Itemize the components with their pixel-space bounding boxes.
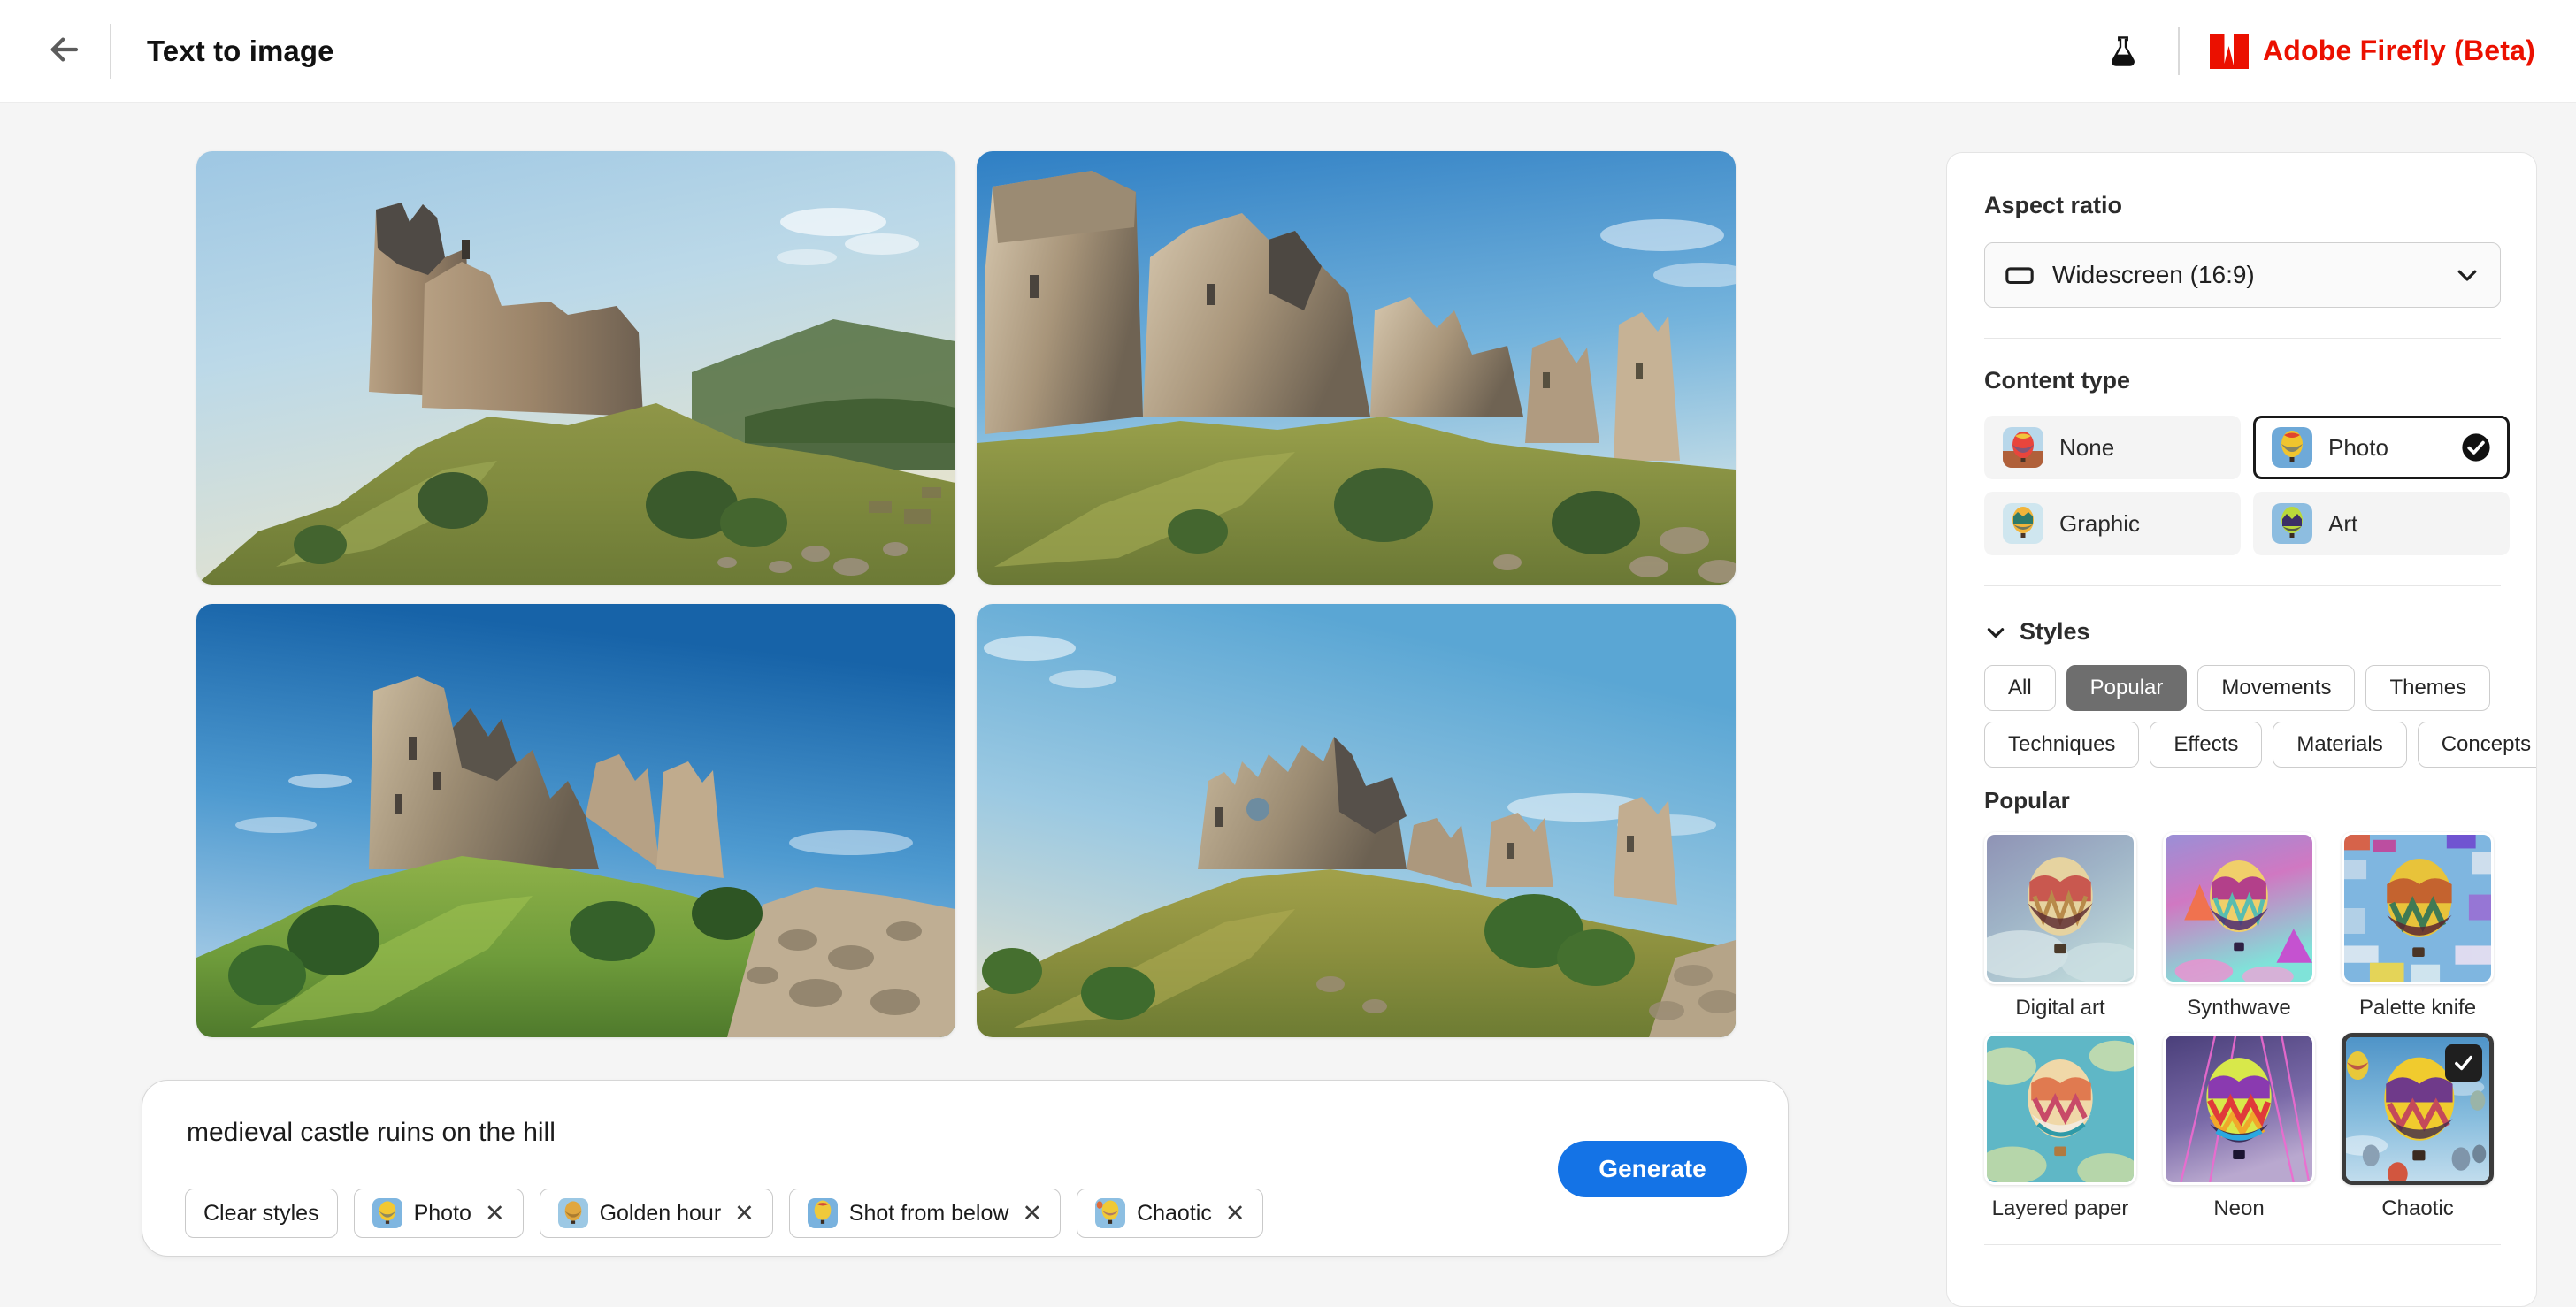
header-divider: [110, 24, 111, 79]
content-type-label-none: None: [2059, 434, 2114, 462]
chevron-down-icon: [1984, 621, 2007, 644]
style-filter-group: All Popular Movements Themes Techniques …: [1984, 665, 2499, 768]
prompt-input[interactable]: medieval castle ruins on the hill: [187, 1118, 556, 1148]
style-filter-effects[interactable]: Effects: [2150, 722, 2262, 768]
aspect-ratio-label: Aspect ratio: [1984, 192, 2499, 219]
widescreen-icon: [2005, 260, 2035, 290]
aspect-ratio-value: Widescreen (16:9): [2052, 261, 2255, 289]
clear-styles-label: Clear styles: [203, 1201, 319, 1227]
balloon-thumbnail-icon: [2003, 503, 2043, 544]
main-canvas: medieval castle ruins on the hill Clear …: [0, 103, 2576, 1307]
popular-group-label: Popular: [1984, 787, 2499, 814]
balloon-thumbnail-icon: [1095, 1198, 1125, 1228]
style-option-digital-art[interactable]: Digital art: [1984, 832, 2136, 1020]
content-type-grid: None Photo: [1984, 416, 2499, 555]
style-chip-golden-hour[interactable]: Golden hour ✕: [540, 1189, 773, 1238]
style-name: Layered paper: [1984, 1196, 2136, 1221]
header-divider-2: [2178, 27, 2180, 75]
generated-image-1[interactable]: [196, 151, 955, 585]
header-right-group: Adobe Firefly (Beta): [2098, 27, 2535, 76]
content-type-label-graphic: Graphic: [2059, 510, 2140, 538]
chip-label: Chaotic: [1137, 1201, 1212, 1227]
content-type-label: Content type: [1984, 367, 2499, 394]
balloon-thumbnail-icon: [372, 1198, 402, 1228]
style-thumbnail: [2163, 832, 2315, 984]
content-type-label-photo: Photo: [2328, 434, 2388, 462]
generated-image-grid: [196, 151, 1736, 1036]
balloon-thumbnail-icon: [558, 1198, 588, 1228]
style-thumbnail: [2342, 832, 2494, 984]
balloon-thumbnail-icon: [2003, 427, 2043, 468]
flask-icon[interactable]: [2098, 27, 2148, 76]
chip-label: Photo: [414, 1201, 472, 1227]
aspect-ratio-select[interactable]: Widescreen (16:9): [1984, 242, 2501, 308]
panel-divider-2: [1984, 585, 2501, 586]
style-name: Chaotic: [2342, 1196, 2494, 1221]
content-type-option-none[interactable]: None: [1984, 416, 2241, 479]
adobe-logo-icon: [2210, 34, 2249, 69]
style-filter-row-2: Techniques Effects Materials Concepts: [1984, 722, 2499, 768]
content-type-option-photo[interactable]: Photo: [2253, 416, 2510, 479]
close-icon[interactable]: ✕: [1022, 1202, 1042, 1226]
style-thumbnail-grid: Digital art: [1984, 832, 2499, 1221]
generated-image-2[interactable]: [977, 151, 1736, 585]
style-option-neon[interactable]: Neon: [2163, 1033, 2315, 1221]
check-circle-icon: [2461, 432, 2491, 462]
close-icon[interactable]: ✕: [485, 1202, 505, 1226]
style-filter-all[interactable]: All: [1984, 665, 2056, 711]
prompt-chip-row: Clear styles Photo ✕: [185, 1189, 1263, 1238]
close-icon[interactable]: ✕: [1225, 1202, 1246, 1226]
prompt-bar: medieval castle ruins on the hill Clear …: [142, 1080, 1789, 1257]
style-option-layered-paper[interactable]: Layered paper: [1984, 1033, 2136, 1221]
generated-image-3[interactable]: [196, 604, 955, 1037]
style-option-palette-knife[interactable]: Palette knife: [2342, 832, 2494, 1020]
chip-label: Golden hour: [600, 1201, 722, 1227]
balloon-thumbnail-icon: [2272, 503, 2312, 544]
style-thumbnail: [1984, 1033, 2136, 1185]
style-thumbnail: [2163, 1033, 2315, 1185]
style-filter-techniques[interactable]: Techniques: [1984, 722, 2139, 768]
generate-button[interactable]: Generate: [1558, 1141, 1747, 1197]
content-type-option-graphic[interactable]: Graphic: [1984, 492, 2241, 555]
style-chip-shot-from-below[interactable]: Shot from below ✕: [789, 1189, 1061, 1238]
style-name: Synthwave: [2163, 996, 2315, 1020]
balloon-thumbnail-icon: [808, 1198, 838, 1228]
style-filter-materials[interactable]: Materials: [2273, 722, 2406, 768]
style-thumbnail: [1984, 832, 2136, 984]
generated-image-4[interactable]: [977, 604, 1736, 1037]
style-name: Neon: [2163, 1196, 2315, 1221]
style-filter-popular[interactable]: Popular: [2066, 665, 2188, 711]
content-type-option-art[interactable]: Art: [2253, 492, 2510, 555]
close-icon[interactable]: ✕: [734, 1202, 755, 1226]
style-name: Palette knife: [2342, 996, 2494, 1020]
balloon-thumbnail-icon: [2272, 427, 2312, 468]
style-chip-photo[interactable]: Photo ✕: [354, 1189, 524, 1238]
style-filter-themes[interactable]: Themes: [2365, 665, 2490, 711]
app-header: Text to image Adobe Firefly (Beta): [0, 0, 2576, 103]
style-option-chaotic[interactable]: Chaotic: [2342, 1033, 2494, 1221]
chevron-down-icon: [2454, 262, 2480, 288]
panel-divider-3: [1984, 1244, 2501, 1245]
back-button[interactable]: [32, 19, 96, 83]
style-chip-chaotic[interactable]: Chaotic ✕: [1077, 1189, 1263, 1238]
chip-label: Shot from below: [849, 1201, 1009, 1227]
style-thumbnail: [2342, 1033, 2494, 1185]
panel-divider-1: [1984, 338, 2501, 339]
styles-section-toggle[interactable]: Styles: [1984, 618, 2499, 646]
style-filter-row-1: All Popular Movements Themes: [1984, 665, 2499, 711]
brand-name: Adobe Firefly (Beta): [2263, 34, 2535, 67]
arrow-left-icon: [45, 31, 82, 71]
style-name: Digital art: [1984, 996, 2136, 1020]
page-title: Text to image: [147, 34, 334, 68]
style-filter-concepts[interactable]: Concepts: [2418, 722, 2537, 768]
settings-panel: Aspect ratio Widescreen (16:9) Content t…: [1946, 152, 2537, 1307]
check-icon: [2445, 1044, 2482, 1082]
style-filter-movements[interactable]: Movements: [2197, 665, 2355, 711]
clear-styles-button[interactable]: Clear styles: [185, 1189, 338, 1238]
content-type-label-art: Art: [2328, 510, 2358, 538]
adobe-firefly-brand[interactable]: Adobe Firefly (Beta): [2210, 34, 2535, 69]
styles-label: Styles: [2020, 618, 2090, 646]
style-option-synthwave[interactable]: Synthwave: [2163, 832, 2315, 1020]
